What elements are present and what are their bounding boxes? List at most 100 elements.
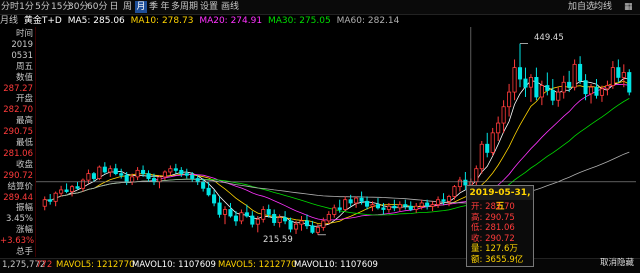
tooltip-date: 2019-05-31,五 [467,186,533,212]
candle-body [381,207,386,210]
candle-body [408,205,413,210]
candle-body [425,202,430,207]
candle-body [217,202,222,215]
candle-body [190,174,195,179]
ma20-value: MA20: 274.91 [199,16,263,26]
candle-body [151,178,157,183]
candle-body [457,179,462,188]
crosshair-tooltip: 2019-05-31,五 开: 282.70 高: 290.75 低: 281.06… [466,185,534,267]
symbol-label: 黄金T+D [23,16,62,26]
ma-settings-button[interactable]: 均线 [594,1,612,13]
tooltip-row: 量: 127.6万 [471,244,518,254]
candle-body [228,209,233,217]
candle-body [528,77,533,88]
candle-body [572,63,577,88]
period-tab[interactable]: 画线 [220,1,240,13]
candle-body [446,196,452,202]
candle-body [365,200,370,207]
candle-body [441,199,446,202]
info-panel-row: 振幅 [15,203,33,214]
candle-body [201,181,206,189]
candle-body [255,218,260,225]
candle-body [108,168,113,173]
candle-body [233,215,238,222]
candle-body [283,217,288,222]
add-watchlist-button[interactable]: 加自选 [568,1,595,13]
period-tab[interactable]: 日 [108,1,120,13]
period-tab[interactable]: 15分 [51,1,71,13]
info-panel-row: 287.27 [3,83,33,94]
candle-body [561,81,566,93]
info-panel-row: +3.63% [0,236,35,247]
candle-body [578,63,583,82]
candle-body [42,199,47,207]
candle-body [315,227,320,233]
candle-body [501,106,506,124]
candle-body [239,212,244,222]
period-tab[interactable]: 30分 [68,1,88,13]
period-tab[interactable]: 5分 [35,1,50,13]
candle-body [173,168,178,171]
period-tab[interactable]: 设置 [199,1,219,13]
mavol5-left: MAVOL5: 1212770 [56,260,135,270]
candle-body [627,72,632,93]
info-panel-row: 281.06 [3,148,33,159]
candle-body [556,91,561,101]
candlestick-chart[interactable] [36,27,636,257]
tooltip-row: 低: 281.06 [471,223,515,233]
candle-body [517,67,523,80]
mavol5-right: MAVOL5: 1212770 [218,260,297,270]
candle-body [146,173,151,179]
layout-icon[interactable]: ▦ [624,1,633,13]
candle-body [86,173,91,181]
period-tab[interactable]: 年 [160,1,170,13]
candle-body [70,186,75,192]
candle-body [594,86,599,96]
candle-body [583,80,588,95]
tooltip-row: 额: 3655.9亿 [471,254,524,265]
candle-body [206,187,211,196]
candle-body [610,67,615,86]
unhide-button[interactable]: 取消隐藏 [600,256,634,268]
info-panel-row: 结算价 [7,181,33,192]
candle-body [179,169,184,175]
candle-body [310,225,315,233]
candle-body [59,189,64,194]
volume-fragment: 772 [36,260,53,270]
period-tab[interactable]: 分时 [1,1,19,13]
candle-body [304,220,309,227]
info-panel-row: 最高 [15,116,33,127]
period-tab[interactable]: 季 [148,1,159,13]
period-tab[interactable]: 周 [121,1,134,13]
candle-body [326,213,331,222]
candle-body [496,122,501,134]
tooltip-row: 开: 282.70 [471,202,515,212]
period-tab[interactable]: 多周期 [171,1,198,13]
candle-body [80,179,86,189]
info-panel-row: 289.44 [3,192,33,203]
candle-body [599,88,604,96]
candle-body [124,174,129,183]
info-panel-row: 涨幅 [15,225,33,236]
candle-body [119,173,124,176]
candle-body [343,199,348,210]
candle-body [397,204,402,209]
candle-body [567,81,572,88]
period-tab[interactable]: 月 [135,1,147,13]
candle-body [403,204,408,207]
candle-body [479,143,484,170]
candle-body [485,143,490,153]
ma30-value: MA30: 275.05 [267,16,331,26]
low-annotation: 215.59 [263,235,293,245]
info-panel-row: 282.70 [3,105,33,116]
info-panel-row: 290.75 [3,127,33,138]
tooltip-row: 收: 290.72 [471,233,515,244]
period-tab[interactable]: 1分 [19,1,34,13]
candle-body [375,204,381,209]
candle-body [261,209,266,220]
candle-body [321,220,326,228]
candle-body [75,186,80,189]
period-tab[interactable]: 60分 [87,1,107,13]
candle-body [386,205,391,210]
candle-body [266,209,271,215]
